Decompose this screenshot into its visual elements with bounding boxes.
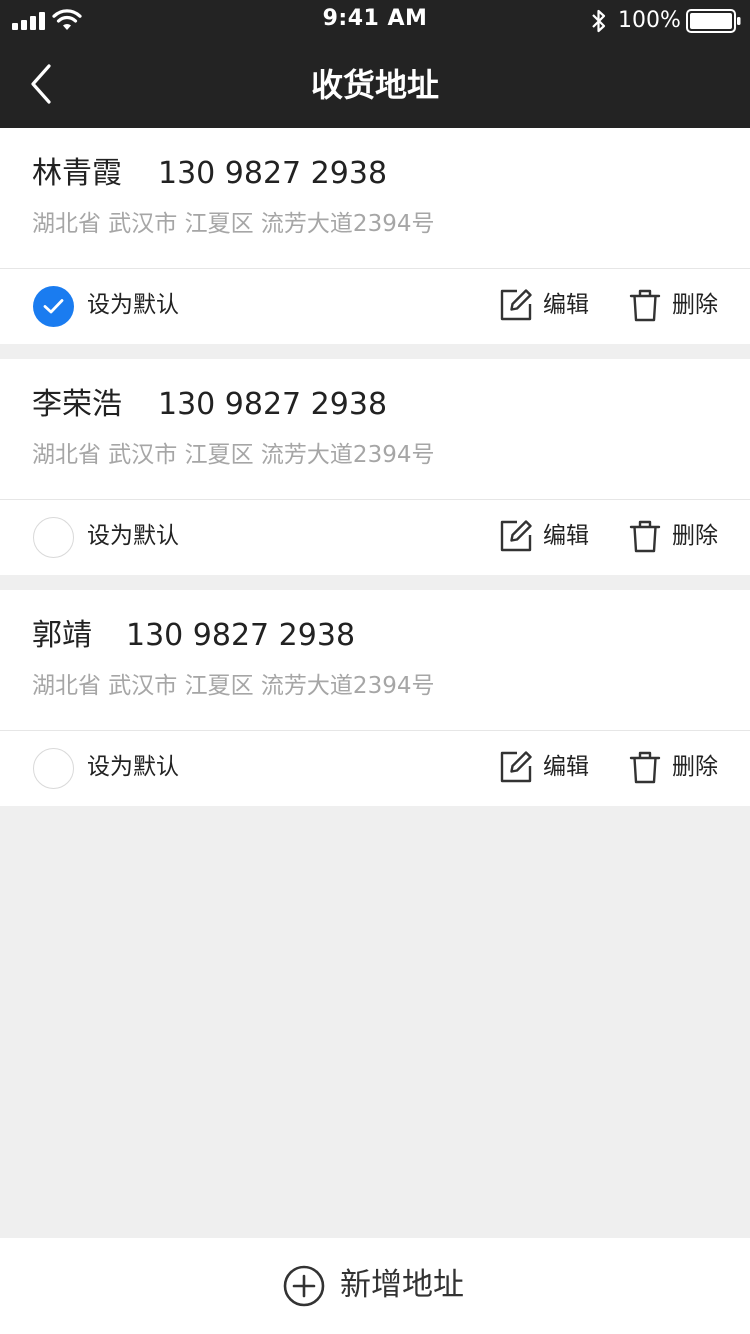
- trash-icon: [629, 520, 661, 553]
- bluetooth-icon: [592, 9, 606, 33]
- address-card[interactable]: 郭靖 130 9827 2938 湖北省 武汉市 江夏区 流芳大道2394号 设…: [0, 590, 750, 806]
- address-info[interactable]: 郭靖 130 9827 2938 湖北省 武汉市 江夏区 流芳大道2394号: [0, 590, 750, 730]
- address-card[interactable]: 林青霞 130 9827 2938 湖北省 武汉市 江夏区 流芳大道2394号 …: [0, 128, 750, 344]
- edit-button[interactable]: 编辑: [499, 269, 595, 344]
- address-info[interactable]: 林青霞 130 9827 2938 湖北省 武汉市 江夏区 流芳大道2394号: [0, 128, 750, 268]
- recipient-phone: 130 9827 2938: [158, 156, 388, 191]
- edit-label: 编辑: [543, 292, 589, 318]
- recipient-name: 林青霞: [32, 156, 122, 191]
- add-address-label: 新增地址: [340, 1267, 464, 1303]
- recipient-phone: 130 9827 2938: [158, 387, 388, 422]
- edit-icon: [500, 751, 532, 783]
- plus-circle-icon: [283, 1265, 325, 1307]
- delete-button[interactable]: 删除: [628, 500, 724, 575]
- address-info[interactable]: 李荣浩 130 9827 2938 湖北省 武汉市 江夏区 流芳大道2394号: [0, 359, 750, 499]
- address-line: 湖北省 武汉市 江夏区 流芳大道2394号: [32, 673, 435, 699]
- recipient-phone: 130 9827 2938: [126, 618, 356, 653]
- header: 9:41 AM 100% 收货地址: [0, 0, 750, 128]
- default-checkbox[interactable]: [33, 517, 74, 558]
- set-default-label[interactable]: 设为默认: [87, 289, 179, 321]
- nav-bar: 收货地址: [0, 42, 750, 128]
- battery-icon: [686, 9, 741, 33]
- delete-label: 删除: [672, 292, 718, 318]
- status-bar: 9:41 AM 100%: [0, 0, 750, 42]
- set-default-label[interactable]: 设为默认: [87, 751, 179, 783]
- address-actions: 设为默认 编辑 删除: [0, 500, 750, 575]
- edit-label: 编辑: [543, 523, 589, 549]
- edit-button[interactable]: 编辑: [499, 500, 595, 575]
- edit-icon: [500, 520, 532, 552]
- default-checkbox[interactable]: [33, 748, 74, 789]
- page-title: 收货地址: [310, 66, 439, 104]
- delete-label: 删除: [672, 523, 718, 549]
- address-line: 湖北省 武汉市 江夏区 流芳大道2394号: [32, 442, 435, 468]
- delete-label: 删除: [672, 754, 718, 780]
- address-actions: 设为默认 编辑 删除: [0, 731, 750, 806]
- add-address-button[interactable]: 新增地址: [0, 1238, 750, 1334]
- address-line: 湖北省 武汉市 江夏区 流芳大道2394号: [32, 211, 435, 237]
- trash-icon: [629, 289, 661, 322]
- recipient-name: 李荣浩: [32, 387, 122, 422]
- edit-label: 编辑: [543, 754, 589, 780]
- default-checkbox-checked[interactable]: [33, 286, 74, 327]
- address-actions: 设为默认 编辑 删除: [0, 269, 750, 344]
- address-card[interactable]: 李荣浩 130 9827 2938 湖北省 武汉市 江夏区 流芳大道2394号 …: [0, 359, 750, 575]
- set-default-label[interactable]: 设为默认: [87, 520, 179, 552]
- checkmark-icon: [43, 299, 64, 314]
- edit-icon: [500, 289, 532, 321]
- delete-button[interactable]: 删除: [628, 731, 724, 806]
- recipient-name: 郭靖: [32, 618, 92, 653]
- delete-button[interactable]: 删除: [628, 269, 724, 344]
- battery-percentage: 100%: [618, 8, 681, 33]
- edit-button[interactable]: 编辑: [499, 731, 595, 806]
- trash-icon: [629, 751, 661, 784]
